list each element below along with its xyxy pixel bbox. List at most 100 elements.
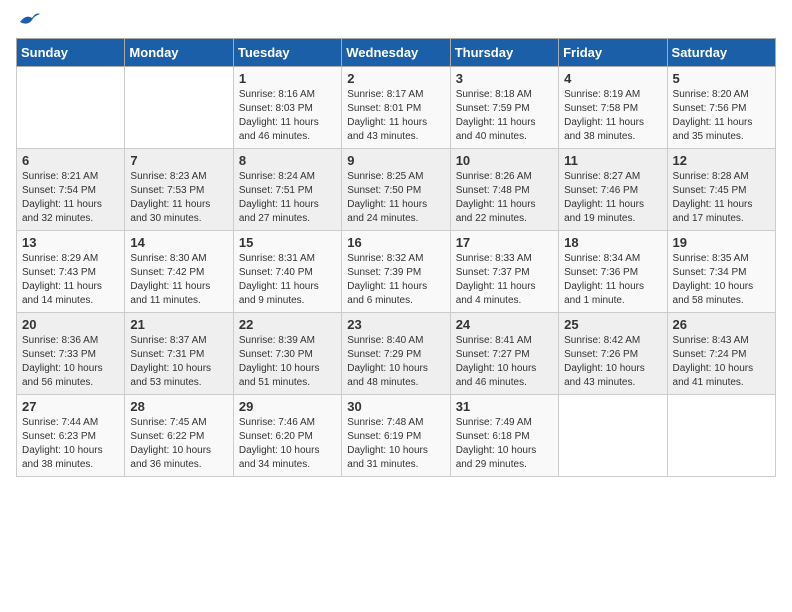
day-number: 27 (22, 399, 119, 414)
calendar-cell: 25 Sunrise: 8:42 AM Sunset: 7:26 PM Dayli… (559, 313, 667, 395)
day-info: Sunrise: 8:40 AM Sunset: 7:29 PM Dayligh… (347, 334, 444, 390)
day-info: Sunrise: 7:46 AM Sunset: 6:20 PM Dayligh… (239, 416, 336, 472)
calendar-week-row: 13Sunrise: 8:29 AM Sunset: 7:43 PM Dayli… (17, 231, 776, 313)
weekday-header-monday: Monday (125, 39, 233, 67)
calendar-cell: 29 Sunrise: 7:46 AM Sunset: 6:20 PM Dayli… (233, 395, 341, 477)
day-number: 2 (347, 71, 444, 86)
day-info: Sunrise: 7:45 AM Sunset: 6:22 PM Dayligh… (130, 416, 227, 472)
day-info: Sunrise: 8:42 AM Sunset: 7:26 PM Dayligh… (564, 334, 661, 390)
calendar-cell: 21Sunrise: 8:37 AM Sunset: 7:31 PM Dayli… (125, 313, 233, 395)
calendar-cell (667, 395, 775, 477)
day-info: Sunrise: 8:30 AM Sunset: 7:42 PM Dayligh… (130, 252, 227, 308)
day-number: 5 (673, 71, 770, 86)
day-number: 3 (456, 71, 553, 86)
calendar-cell: 18 Sunrise: 8:34 AM Sunset: 7:36 PM Dayli… (559, 231, 667, 313)
logo-bird-icon (18, 12, 40, 30)
calendar-cell: 12 Sunrise: 8:28 AM Sunset: 7:45 PM Dayli… (667, 149, 775, 231)
day-info: Sunrise: 8:17 AM Sunset: 8:01 PM Dayligh… (347, 88, 444, 144)
day-info: Sunrise: 8:19 AM Sunset: 7:58 PM Dayligh… (564, 88, 661, 144)
calendar-cell: 8Sunrise: 8:24 AM Sunset: 7:51 PM Daylig… (233, 149, 341, 231)
calendar-cell: 22Sunrise: 8:39 AM Sunset: 7:30 PM Dayli… (233, 313, 341, 395)
weekday-header-row: SundayMondayTuesdayWednesdayThursdayFrid… (17, 39, 776, 67)
calendar-table: SundayMondayTuesdayWednesdayThursdayFrid… (16, 38, 776, 477)
calendar-cell: 2 Sunrise: 8:17 AM Sunset: 8:01 PM Daylig… (342, 67, 450, 149)
calendar-cell: 5 Sunrise: 8:20 AM Sunset: 7:56 PM Daylig… (667, 67, 775, 149)
day-number: 31 (456, 399, 553, 414)
calendar-cell: 7 Sunrise: 8:23 AM Sunset: 7:53 PM Daylig… (125, 149, 233, 231)
calendar-cell: 23 Sunrise: 8:40 AM Sunset: 7:29 PM Dayli… (342, 313, 450, 395)
calendar-week-row: 6 Sunrise: 8:21 AM Sunset: 7:54 PM Daylig… (17, 149, 776, 231)
calendar-cell (125, 67, 233, 149)
calendar-week-row: 27 Sunrise: 7:44 AM Sunset: 6:23 PM Dayli… (17, 395, 776, 477)
day-number: 11 (564, 153, 661, 168)
day-number: 8 (239, 153, 336, 168)
day-info: Sunrise: 8:27 AM Sunset: 7:46 PM Dayligh… (564, 170, 661, 226)
day-number: 1 (239, 71, 336, 86)
calendar-cell: 24 Sunrise: 8:41 AM Sunset: 7:27 PM Dayli… (450, 313, 558, 395)
calendar-cell: 6 Sunrise: 8:21 AM Sunset: 7:54 PM Daylig… (17, 149, 125, 231)
day-number: 19 (673, 235, 770, 250)
day-info: Sunrise: 8:18 AM Sunset: 7:59 PM Dayligh… (456, 88, 553, 144)
weekday-header-sunday: Sunday (17, 39, 125, 67)
day-info: Sunrise: 8:28 AM Sunset: 7:45 PM Dayligh… (673, 170, 770, 226)
calendar-cell: 26 Sunrise: 8:43 AM Sunset: 7:24 PM Dayli… (667, 313, 775, 395)
day-number: 10 (456, 153, 553, 168)
calendar-cell (559, 395, 667, 477)
day-info: Sunrise: 8:34 AM Sunset: 7:36 PM Dayligh… (564, 252, 661, 308)
calendar-week-row: 20 Sunrise: 8:36 AM Sunset: 7:33 PM Dayli… (17, 313, 776, 395)
weekday-header-wednesday: Wednesday (342, 39, 450, 67)
day-number: 26 (673, 317, 770, 332)
calendar-week-row: 1 Sunrise: 8:16 AM Sunset: 8:03 PM Daylig… (17, 67, 776, 149)
day-number: 29 (239, 399, 336, 414)
day-info: Sunrise: 8:39 AM Sunset: 7:30 PM Dayligh… (239, 334, 336, 390)
day-number: 6 (22, 153, 119, 168)
calendar-cell: 14 Sunrise: 8:30 AM Sunset: 7:42 PM Dayli… (125, 231, 233, 313)
day-number: 14 (130, 235, 227, 250)
day-info: Sunrise: 8:43 AM Sunset: 7:24 PM Dayligh… (673, 334, 770, 390)
calendar-cell: 19 Sunrise: 8:35 AM Sunset: 7:34 PM Dayli… (667, 231, 775, 313)
calendar-cell: 17Sunrise: 8:33 AM Sunset: 7:37 PM Dayli… (450, 231, 558, 313)
day-number: 7 (130, 153, 227, 168)
day-number: 21 (130, 317, 227, 332)
day-number: 20 (22, 317, 119, 332)
page-header (16, 16, 776, 30)
logo (16, 16, 40, 30)
weekday-header-saturday: Saturday (667, 39, 775, 67)
day-info: Sunrise: 7:48 AM Sunset: 6:19 PM Dayligh… (347, 416, 444, 472)
day-number: 4 (564, 71, 661, 86)
day-number: 15 (239, 235, 336, 250)
day-number: 17 (456, 235, 553, 250)
day-number: 30 (347, 399, 444, 414)
day-number: 23 (347, 317, 444, 332)
day-info: Sunrise: 8:20 AM Sunset: 7:56 PM Dayligh… (673, 88, 770, 144)
day-info: Sunrise: 7:44 AM Sunset: 6:23 PM Dayligh… (22, 416, 119, 472)
day-info: Sunrise: 8:32 AM Sunset: 7:39 PM Dayligh… (347, 252, 444, 308)
day-info: Sunrise: 8:41 AM Sunset: 7:27 PM Dayligh… (456, 334, 553, 390)
day-info: Sunrise: 8:35 AM Sunset: 7:34 PM Dayligh… (673, 252, 770, 308)
calendar-cell: 10 Sunrise: 8:26 AM Sunset: 7:48 PM Dayli… (450, 149, 558, 231)
calendar-cell: 27 Sunrise: 7:44 AM Sunset: 6:23 PM Dayli… (17, 395, 125, 477)
day-info: Sunrise: 8:21 AM Sunset: 7:54 PM Dayligh… (22, 170, 119, 226)
weekday-header-friday: Friday (559, 39, 667, 67)
day-number: 16 (347, 235, 444, 250)
day-number: 18 (564, 235, 661, 250)
calendar-cell: 16 Sunrise: 8:32 AM Sunset: 7:39 PM Dayli… (342, 231, 450, 313)
day-info: Sunrise: 8:25 AM Sunset: 7:50 PM Dayligh… (347, 170, 444, 226)
day-number: 24 (456, 317, 553, 332)
calendar-cell: 30 Sunrise: 7:48 AM Sunset: 6:19 PM Dayli… (342, 395, 450, 477)
day-info: Sunrise: 8:31 AM Sunset: 7:40 PM Dayligh… (239, 252, 336, 308)
day-info: Sunrise: 8:16 AM Sunset: 8:03 PM Dayligh… (239, 88, 336, 144)
day-number: 25 (564, 317, 661, 332)
day-number: 12 (673, 153, 770, 168)
calendar-cell: 11 Sunrise: 8:27 AM Sunset: 7:46 PM Dayli… (559, 149, 667, 231)
weekday-header-thursday: Thursday (450, 39, 558, 67)
calendar-cell: 28Sunrise: 7:45 AM Sunset: 6:22 PM Dayli… (125, 395, 233, 477)
calendar-cell: 9Sunrise: 8:25 AM Sunset: 7:50 PM Daylig… (342, 149, 450, 231)
day-info: Sunrise: 8:26 AM Sunset: 7:48 PM Dayligh… (456, 170, 553, 226)
calendar-cell: 15 Sunrise: 8:31 AM Sunset: 7:40 PM Dayli… (233, 231, 341, 313)
day-info: Sunrise: 8:36 AM Sunset: 7:33 PM Dayligh… (22, 334, 119, 390)
day-info: Sunrise: 7:49 AM Sunset: 6:18 PM Dayligh… (456, 416, 553, 472)
day-info: Sunrise: 8:23 AM Sunset: 7:53 PM Dayligh… (130, 170, 227, 226)
calendar-cell: 3 Sunrise: 8:18 AM Sunset: 7:59 PM Daylig… (450, 67, 558, 149)
day-info: Sunrise: 8:29 AM Sunset: 7:43 PM Dayligh… (22, 252, 119, 308)
